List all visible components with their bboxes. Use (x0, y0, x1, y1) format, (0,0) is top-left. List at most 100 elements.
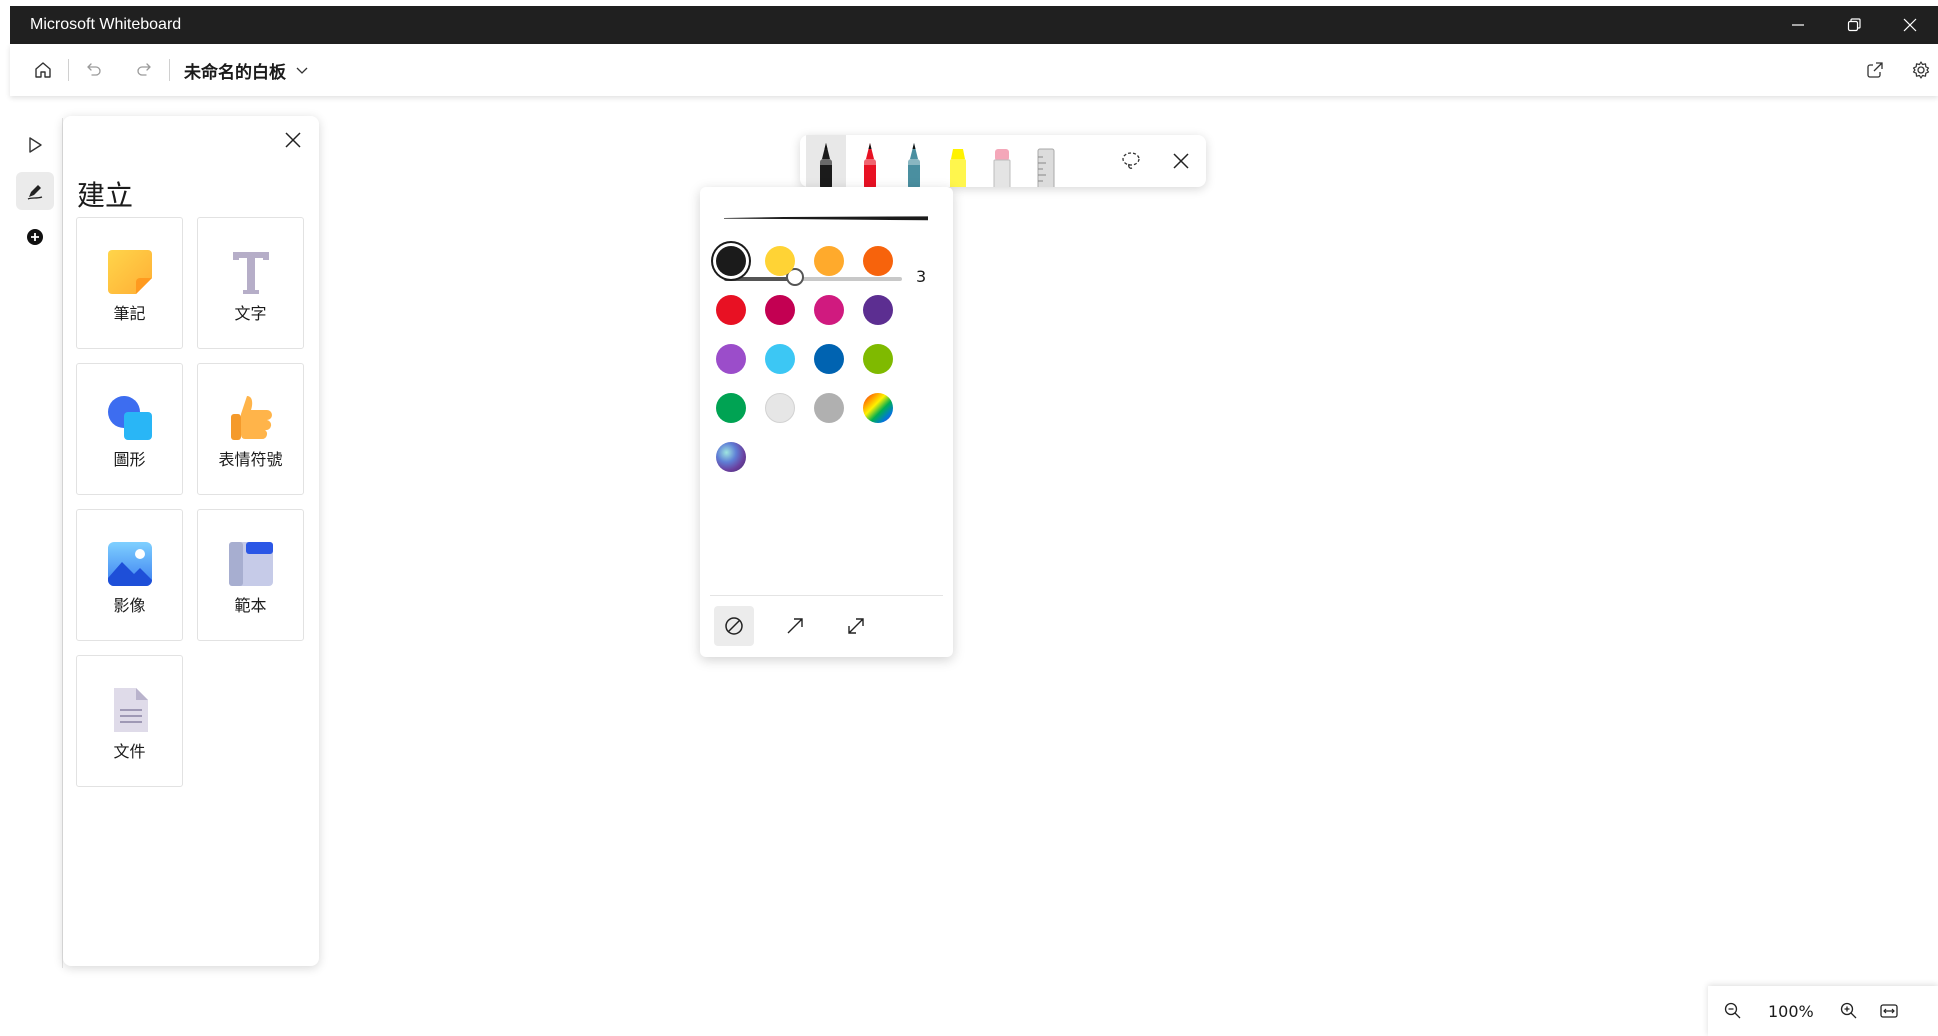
toolbar-separator (169, 59, 170, 81)
tile-label: 圖形 (113, 450, 146, 469)
tile-label: 文件 (113, 742, 146, 761)
color-swatch[interactable] (716, 442, 746, 472)
home-icon (35, 62, 51, 78)
color-swatch[interactable] (716, 246, 746, 276)
create-text-tile[interactable]: 文字 (197, 217, 304, 349)
redo-button[interactable] (127, 53, 161, 87)
fit-to-screen-button[interactable] (1874, 996, 1904, 1026)
undo-button[interactable] (77, 53, 111, 87)
arrow-end-icon (787, 618, 803, 634)
text-icon (232, 252, 269, 294)
minimize-button[interactable] (1770, 6, 1826, 44)
red-pen-button[interactable] (850, 135, 890, 187)
create-template-tile[interactable]: 範本 (197, 509, 304, 641)
color-swatch[interactable] (765, 295, 795, 325)
arrow-both-button[interactable] (836, 606, 876, 646)
create-image-tile[interactable]: 影像 (76, 509, 183, 641)
color-swatch[interactable] (863, 246, 893, 276)
no-arrow-icon (725, 617, 743, 635)
black-pen-button[interactable] (806, 135, 846, 187)
add-circle-icon (27, 229, 43, 245)
restore-button[interactable] (1826, 6, 1882, 44)
close-icon (285, 132, 301, 148)
ink-tool-button[interactable] (16, 172, 54, 210)
lasso-select-button[interactable] (1118, 148, 1144, 174)
highlighter-button[interactable] (938, 135, 978, 187)
eraser-button[interactable] (982, 135, 1022, 187)
pen-icon (27, 185, 43, 200)
chevron-down-icon (296, 67, 308, 74)
fit-width-icon (1880, 1004, 1898, 1018)
tile-label: 文字 (234, 304, 267, 323)
home-button[interactable] (26, 53, 60, 87)
color-swatch[interactable] (716, 295, 746, 325)
ruler-button[interactable] (1026, 135, 1066, 187)
share-button[interactable] (1858, 53, 1892, 87)
red-pen-icon (864, 143, 876, 187)
board-name-dropdown[interactable]: 未命名的白板 (178, 58, 310, 83)
ruler-icon (1037, 148, 1055, 187)
galaxy-pen-button[interactable] (894, 135, 934, 187)
pen-settings-popup: 3 (700, 187, 953, 657)
window-title-bar: Microsoft Whiteboard (10, 6, 1938, 44)
tile-label: 範本 (234, 596, 267, 615)
stroke-preview (724, 216, 928, 221)
color-swatch[interactable] (814, 344, 844, 374)
no-arrow-button[interactable] (714, 606, 754, 646)
arrow-both-icon (848, 618, 864, 634)
app-toolbar: 未命名的白板 (10, 44, 1938, 96)
toolbar-separator (68, 59, 69, 81)
create-shapes-tile[interactable]: 圖形 (76, 363, 183, 495)
tile-label: 筆記 (113, 304, 146, 323)
undo-icon (87, 63, 101, 76)
color-swatch[interactable] (863, 344, 893, 374)
create-panel: 建立 筆記 文字 圖形 表情符號 影像 範本 文件 (63, 116, 319, 966)
create-note-tile[interactable]: 筆記 (76, 217, 183, 349)
color-swatch[interactable] (765, 246, 795, 276)
color-swatch[interactable] (716, 344, 746, 374)
zoom-out-button[interactable] (1718, 996, 1748, 1026)
arrow-end-button[interactable] (775, 606, 815, 646)
tool-rail (10, 118, 63, 968)
close-inking-button[interactable] (1168, 148, 1194, 174)
template-icon (228, 542, 273, 586)
tile-label: 表情符號 (218, 450, 283, 469)
color-swatches (714, 242, 940, 522)
panel-title: 建立 (77, 179, 134, 212)
create-document-tile[interactable]: 文件 (76, 655, 183, 787)
board-name: 未命名的白板 (184, 62, 286, 83)
zoom-in-icon (1840, 1002, 1857, 1019)
pointer-icon (29, 137, 42, 153)
zoom-in-button[interactable] (1834, 996, 1864, 1026)
eraser-icon (993, 149, 1011, 187)
zoom-level: 100% (1768, 1001, 1814, 1021)
create-emoji-tile[interactable]: 表情符號 (197, 363, 304, 495)
close-window-button[interactable] (1882, 6, 1938, 44)
color-swatch[interactable] (765, 344, 795, 374)
minimize-icon (1792, 24, 1804, 26)
image-icon (107, 542, 152, 586)
document-icon (113, 688, 148, 732)
share-icon (1867, 62, 1883, 78)
color-swatch[interactable] (814, 246, 844, 276)
inking-toolbar (800, 135, 1206, 187)
color-swatch[interactable] (863, 393, 893, 423)
color-swatch[interactable] (814, 295, 844, 325)
sticky-note-icon (107, 250, 152, 294)
color-swatch[interactable] (716, 393, 746, 423)
color-swatch[interactable] (863, 295, 893, 325)
color-swatch[interactable] (765, 393, 795, 423)
galaxy-pen-icon (908, 143, 920, 187)
settings-button[interactable] (1904, 53, 1938, 87)
restore-icon (1847, 18, 1861, 32)
window-title: Microsoft Whiteboard (30, 16, 182, 33)
close-icon (1173, 153, 1189, 169)
popup-divider (710, 595, 943, 596)
highlighter-icon (950, 149, 966, 187)
zoom-out-icon (1724, 1002, 1741, 1019)
lasso-icon (1122, 152, 1140, 169)
color-swatch[interactable] (814, 393, 844, 423)
select-tool-button[interactable] (16, 126, 54, 164)
create-tool-button[interactable] (16, 218, 54, 256)
close-panel-button[interactable] (279, 126, 307, 154)
